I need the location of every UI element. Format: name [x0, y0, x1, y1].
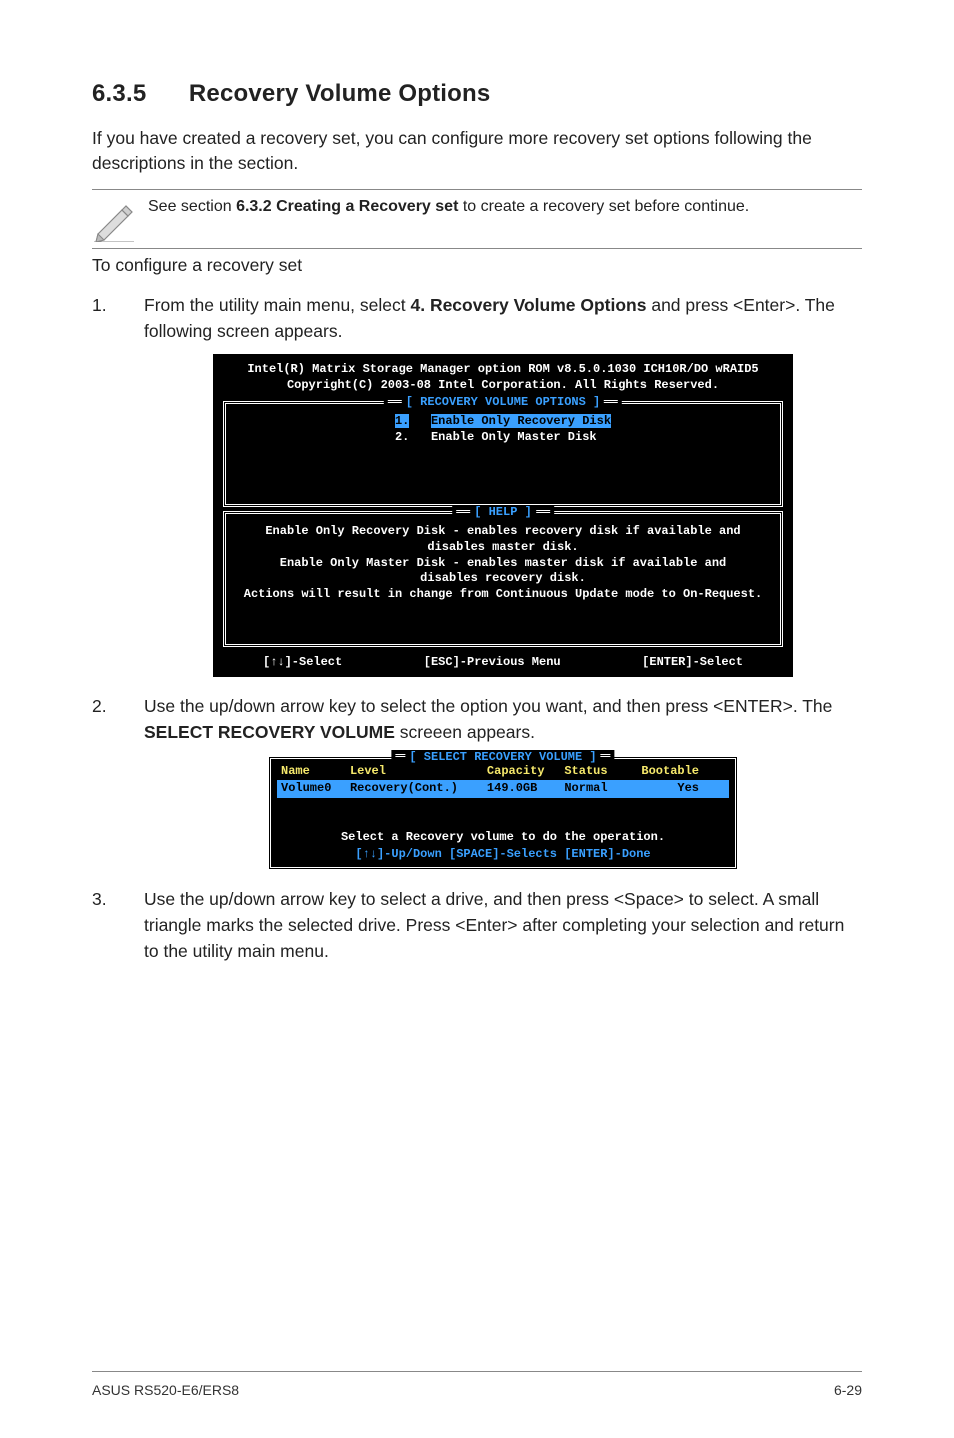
cell-name: Volume0	[277, 780, 346, 798]
table-row[interactable]: Volume0 Recovery(Cont.) 149.0GB Normal Y…	[277, 780, 729, 798]
note-text: See section 6.3.2 Creating a Recovery se…	[148, 196, 862, 218]
recovery-volume-table: Name Level Capacity Status Bootable Volu…	[277, 763, 729, 798]
note-block: See section 6.3.2 Creating a Recovery se…	[92, 189, 862, 249]
col-bootable: Bootable	[621, 763, 729, 781]
select-recovery-actions: [↑↓]-Up/Down [SPACE]-Selects [ENTER]-Don…	[277, 847, 729, 863]
bios-screenshot-2: [ SELECT RECOVERY VOLUME ] Name Level Ca…	[268, 756, 738, 870]
col-capacity: Capacity	[483, 763, 560, 781]
step1-ref: 4. Recovery Volume Options	[410, 295, 646, 315]
select-recovery-msg: Select a Recovery volume to do the opera…	[277, 830, 729, 846]
step2-pre: Use the up/down arrow key to select the …	[144, 696, 832, 716]
option-2-number[interactable]: 2.	[395, 430, 409, 444]
select-recovery-title: [ SELECT RECOVERY VOLUME ]	[391, 750, 614, 766]
step1-pre: From the utility main menu, select	[144, 295, 410, 315]
help-line-1: Enable Only Recovery Disk - enables reco…	[240, 524, 766, 540]
recovery-options-title: [ RECOVERY VOLUME OPTIONS ]	[384, 395, 622, 411]
recovery-options-box: [ RECOVERY VOLUME OPTIONS ] 1. Enable On…	[223, 401, 783, 507]
step-2: Use the up/down arrow key to select the …	[92, 693, 862, 870]
col-level: Level	[346, 763, 483, 781]
intro-paragraph: If you have created a recovery set, you …	[92, 126, 862, 177]
step2-ref: SELECT RECOVERY VOLUME	[144, 722, 395, 742]
nav-select: [↑↓]-Select	[263, 655, 342, 671]
col-name: Name	[277, 763, 346, 781]
bios-bottom-bar: [↑↓]-Select [ESC]-Previous Menu [ENTER]-…	[223, 651, 783, 671]
option-1-number[interactable]: 1.	[395, 414, 409, 428]
bios-header-line1: Intel(R) Matrix Storage Manager option R…	[223, 362, 783, 378]
footer-left: ASUS RS520-E6/ERS8	[92, 1382, 239, 1398]
option-1-label[interactable]: Enable Only Recovery Disk	[431, 414, 611, 428]
section-title: Recovery Volume Options	[189, 80, 491, 107]
pencil-note-icon	[92, 196, 148, 242]
bios-header-line2: Copyright(C) 2003-08 Intel Corporation. …	[223, 378, 783, 394]
cell-bootable: Yes	[621, 780, 729, 798]
cell-capacity: 149.0GB	[483, 780, 560, 798]
help-box-title: [ HELP ]	[452, 505, 554, 521]
option-2-label[interactable]: Enable Only Master Disk	[431, 430, 597, 444]
help-line-2: disables master disk.	[240, 540, 766, 556]
footer-right: 6-29	[834, 1382, 862, 1398]
help-box: [ HELP ] Enable Only Recovery Disk - ena…	[223, 511, 783, 647]
step-1: From the utility main menu, select 4. Re…	[92, 292, 862, 677]
nav-enter: [ENTER]-Select	[642, 655, 743, 671]
nav-esc: [ESC]-Previous Menu	[424, 655, 561, 671]
config-subheading: To configure a recovery set	[92, 255, 862, 276]
section-heading: 6.3.5 Recovery Volume Options	[92, 80, 862, 108]
note-ref: 6.3.2 Creating a Recovery set	[236, 198, 458, 215]
table-header-row: Name Level Capacity Status Bootable	[277, 763, 729, 781]
help-line-3: Enable Only Master Disk - enables master…	[240, 556, 766, 572]
step2-post: screeen appears.	[395, 722, 535, 742]
note-post: to create a recovery set before continue…	[458, 198, 749, 215]
step-3: Use the up/down arrow key to select a dr…	[92, 886, 862, 965]
cell-status: Normal	[560, 780, 620, 798]
help-line-5: Actions will result in change from Conti…	[240, 587, 766, 603]
cell-level: Recovery(Cont.)	[346, 780, 483, 798]
note-pre: See section	[148, 198, 236, 215]
help-line-4: disables recovery disk.	[240, 571, 766, 587]
bios-screenshot-1: Intel(R) Matrix Storage Manager option R…	[213, 354, 793, 677]
col-status: Status	[560, 763, 620, 781]
page-footer: ASUS RS520-E6/ERS8 6-29	[92, 1371, 862, 1398]
section-number: 6.3.5	[92, 80, 182, 108]
